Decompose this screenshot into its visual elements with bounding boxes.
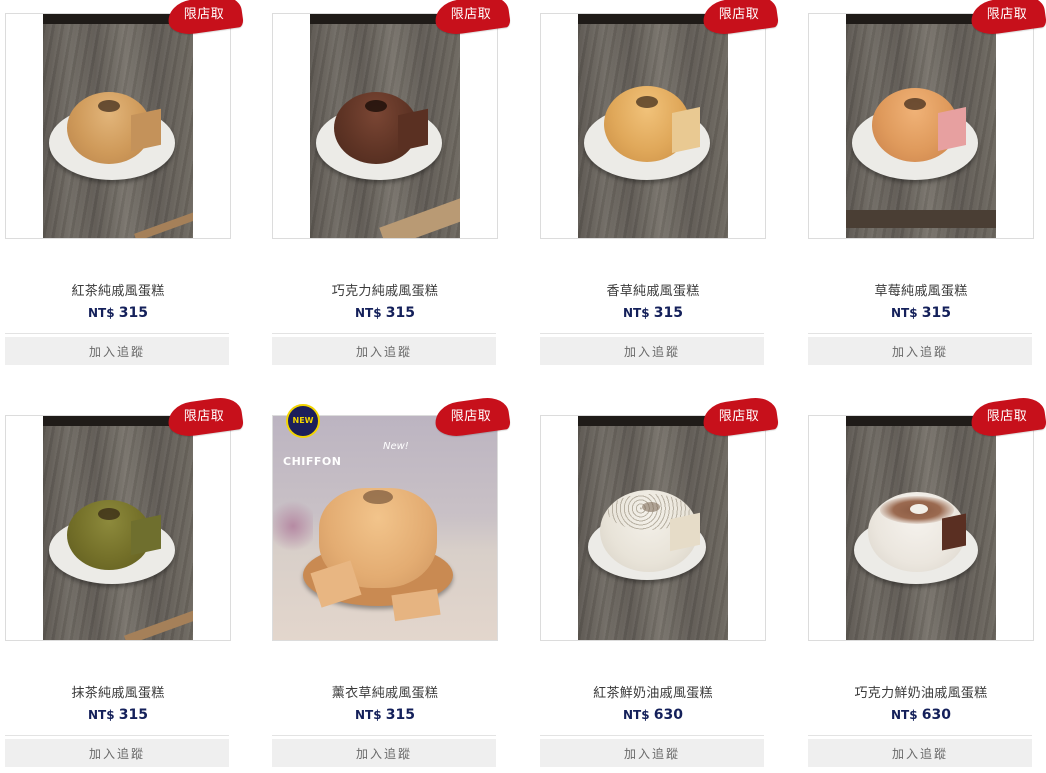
product-card: 限店取 草莓純戚風蛋糕 NT$ 315 加入追蹤 xyxy=(808,0,1046,365)
currency-label: NT$ xyxy=(623,306,650,320)
store-pickup-label: 限店取 xyxy=(718,409,760,424)
product-photo xyxy=(578,416,728,640)
product-name[interactable]: 草莓純戚風蛋糕 xyxy=(808,280,1034,299)
store-pickup-label: 限店取 xyxy=(718,7,760,22)
product-card: 限店取 香草純戚風蛋糕 NT$ 315 加入追蹤 xyxy=(540,0,780,365)
product-image[interactable]: 限店取 xyxy=(5,395,245,641)
price-value: 630 xyxy=(921,707,951,723)
product-name[interactable]: 紅茶鮮奶油戚風蛋糕 xyxy=(540,682,766,701)
price-value: 315 xyxy=(118,305,148,321)
divider xyxy=(808,333,1032,334)
product-image[interactable]: 限店取 xyxy=(272,0,512,239)
add-to-tracking-button[interactable]: 加入追蹤 xyxy=(272,739,496,767)
product-name[interactable]: 薰衣草純戚風蛋糕 xyxy=(272,682,498,701)
product-grid: 限店取 紅茶純戚風蛋糕 NT$ 315 加入追蹤 限店取 巧克力純戚風蛋糕 NT… xyxy=(0,0,1046,773)
price-value: 315 xyxy=(921,305,951,321)
product-image[interactable]: 限店取 xyxy=(808,395,1046,641)
product-photo xyxy=(846,14,996,238)
product-photo xyxy=(43,14,193,238)
product-card: CHIFFON New! NEW 限店取 薰衣草純戚風蛋糕 NT$ 315 加入… xyxy=(272,395,512,767)
divider xyxy=(808,735,1032,736)
product-image[interactable]: 限店取 xyxy=(540,395,780,641)
add-to-tracking-button[interactable]: 加入追蹤 xyxy=(808,337,1032,365)
currency-label: NT$ xyxy=(88,708,115,722)
currency-label: NT$ xyxy=(355,708,382,722)
product-photo xyxy=(846,416,996,640)
product-price: NT$ 315 xyxy=(5,305,231,321)
currency-label: NT$ xyxy=(88,306,115,320)
add-to-tracking-button[interactable]: 加入追蹤 xyxy=(5,739,229,767)
currency-label: NT$ xyxy=(623,708,650,722)
product-price: NT$ 315 xyxy=(5,707,231,723)
store-pickup-label: 限店取 xyxy=(450,409,492,424)
product-image[interactable]: 限店取 xyxy=(540,0,780,239)
add-to-tracking-button[interactable]: 加入追蹤 xyxy=(808,739,1032,767)
product-name[interactable]: 巧克力純戚風蛋糕 xyxy=(272,280,498,299)
product-card: 限店取 紅茶鮮奶油戚風蛋糕 NT$ 630 加入追蹤 xyxy=(540,395,780,767)
product-price: NT$ 315 xyxy=(272,305,498,321)
add-to-tracking-button[interactable]: 加入追蹤 xyxy=(540,337,764,365)
product-photo: CHIFFON New! xyxy=(273,416,497,640)
product-name[interactable]: 抹茶純戚風蛋糕 xyxy=(5,682,231,701)
divider xyxy=(5,735,229,736)
price-value: 315 xyxy=(118,707,148,723)
store-pickup-label: 限店取 xyxy=(450,7,492,22)
price-value: 315 xyxy=(385,305,415,321)
store-pickup-label: 限店取 xyxy=(986,409,1028,424)
product-card: 限店取 巧克力鮮奶油戚風蛋糕 NT$ 630 加入追蹤 xyxy=(808,395,1046,767)
divider xyxy=(272,735,496,736)
add-to-tracking-button[interactable]: 加入追蹤 xyxy=(540,739,764,767)
divider xyxy=(272,333,496,334)
divider xyxy=(540,333,764,334)
product-photo xyxy=(310,14,460,238)
divider xyxy=(540,735,764,736)
brand-logo: CHIFFON xyxy=(283,455,342,468)
product-name[interactable]: 香草純戚風蛋糕 xyxy=(540,280,766,299)
product-image[interactable]: 限店取 xyxy=(808,0,1046,239)
new-badge: NEW xyxy=(286,404,320,438)
price-value: 315 xyxy=(653,305,683,321)
store-pickup-label: 限店取 xyxy=(183,409,225,424)
product-image[interactable]: CHIFFON New! NEW 限店取 xyxy=(272,395,512,641)
product-name[interactable]: 巧克力鮮奶油戚風蛋糕 xyxy=(808,682,1034,701)
product-price: NT$ 315 xyxy=(540,305,766,321)
store-pickup-label: 限店取 xyxy=(986,7,1028,22)
divider xyxy=(5,333,229,334)
price-value: 315 xyxy=(385,707,415,723)
product-price: NT$ 315 xyxy=(808,305,1034,321)
add-to-tracking-button[interactable]: 加入追蹤 xyxy=(5,337,229,365)
store-pickup-label: 限店取 xyxy=(183,7,225,22)
add-to-tracking-button[interactable]: 加入追蹤 xyxy=(272,337,496,365)
product-photo xyxy=(578,14,728,238)
currency-label: NT$ xyxy=(891,708,918,722)
new-script-label: New! xyxy=(383,441,409,452)
product-price: NT$ 315 xyxy=(272,707,498,723)
price-value: 630 xyxy=(653,707,683,723)
product-price: NT$ 630 xyxy=(540,707,766,723)
product-name[interactable]: 紅茶純戚風蛋糕 xyxy=(5,280,231,299)
product-image[interactable]: 限店取 xyxy=(5,0,245,239)
currency-label: NT$ xyxy=(355,306,382,320)
product-card: 限店取 紅茶純戚風蛋糕 NT$ 315 加入追蹤 xyxy=(5,0,245,365)
product-photo xyxy=(43,416,193,640)
product-card: 限店取 巧克力純戚風蛋糕 NT$ 315 加入追蹤 xyxy=(272,0,512,365)
product-price: NT$ 630 xyxy=(808,707,1034,723)
currency-label: NT$ xyxy=(891,306,918,320)
product-card: 限店取 抹茶純戚風蛋糕 NT$ 315 加入追蹤 xyxy=(5,395,245,767)
